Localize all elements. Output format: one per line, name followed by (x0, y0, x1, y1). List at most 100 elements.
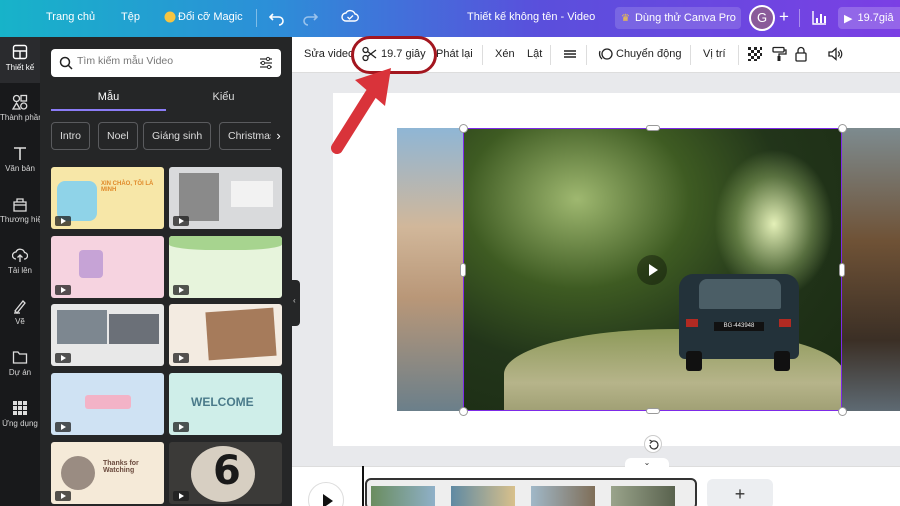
resize-handle-bottom[interactable] (646, 408, 660, 414)
volume-icon[interactable] (827, 46, 843, 65)
play-icon: ▶ (844, 12, 853, 25)
divider (482, 45, 483, 65)
video-badge-icon (55, 491, 71, 501)
template-tile[interactable]: XIN CHÀO, TÔI LÀ MINH (51, 167, 164, 229)
resize-handle-bottom-left[interactable] (459, 407, 468, 416)
crown-icon: ♛ (621, 12, 630, 24)
template-tile[interactable] (169, 304, 282, 366)
resize-handle-top-left[interactable] (459, 124, 468, 133)
divider (690, 45, 691, 65)
template-tile[interactable] (169, 236, 282, 298)
adjacent-frame-right (842, 128, 900, 411)
collapse-panel-handle[interactable]: ‹ (292, 280, 300, 326)
rail-item-apps[interactable]: Ứng dụng (0, 393, 40, 439)
tile-caption: 6 (213, 448, 241, 494)
video-badge-icon (173, 216, 189, 226)
timeline-collapse-button[interactable]: ⌄ (625, 458, 669, 470)
templates-panel: Mẫu Kiểu Intro Noel Giáng sinh Christmas… (40, 37, 292, 506)
chip-giang-sinh[interactable]: Giáng sinh (143, 122, 212, 150)
present-label: 19.7giâ (857, 12, 894, 24)
transparency-icon[interactable] (747, 46, 763, 65)
timeline-playhead[interactable] (362, 466, 364, 506)
video-badge-icon (55, 216, 71, 226)
rotate-handle[interactable] (644, 435, 662, 453)
playback-button[interactable]: Phát lại (436, 48, 473, 60)
divider (550, 45, 551, 65)
resize-handle-top-right[interactable] (838, 124, 847, 133)
flip-button[interactable]: Lật (527, 48, 542, 60)
present-button[interactable]: ▶ 19.7giâ (838, 7, 900, 29)
menu-lines-icon[interactable] (563, 46, 577, 65)
chip-noel[interactable]: Noel (98, 122, 138, 150)
canva-pro-label: Dùng thử Canva Pro (634, 12, 736, 24)
divider (799, 9, 800, 27)
crop-button[interactable]: Xén (495, 48, 515, 60)
rail-item-brand[interactable]: Thương hiệu (0, 189, 40, 235)
tab-underline (51, 109, 166, 111)
template-tile[interactable]: 6 (169, 442, 282, 504)
adjacent-frame-left (397, 128, 463, 411)
cloud-save-icon[interactable] (341, 8, 359, 27)
resize-handle-bottom-right[interactable] (838, 407, 847, 416)
search-box[interactable] (51, 49, 281, 77)
add-page-button[interactable]: + (707, 479, 773, 506)
paint-roller-icon[interactable] (771, 46, 787, 65)
chevron-right-icon[interactable]: › (271, 122, 286, 150)
tab-templates[interactable]: Mẫu (51, 91, 166, 103)
undo-icon[interactable] (268, 8, 285, 29)
redo-icon[interactable] (302, 8, 319, 29)
video-clip-track[interactable] (365, 478, 697, 506)
video-badge-icon (173, 422, 189, 432)
file-menu[interactable]: Tệp (121, 11, 140, 23)
animate-button[interactable]: Chuyển động (616, 48, 681, 60)
insights-chart-icon[interactable] (811, 8, 827, 29)
canva-pro-trial-button[interactable]: ♛ Dùng thử Canva Pro (615, 7, 741, 29)
red-annotation-arrow (331, 68, 391, 154)
edit-video-button[interactable]: Sửa video (304, 48, 354, 60)
clip-thumbnail (371, 486, 435, 506)
layout-icon (12, 44, 28, 60)
document-title[interactable]: Thiết kế không tên - Video (467, 11, 595, 23)
filter-icon[interactable] (259, 56, 273, 70)
chevron-down-icon: ⌄ (643, 458, 651, 467)
template-tile[interactable]: WELCOME (169, 373, 282, 435)
resize-handle-top[interactable] (646, 125, 660, 131)
template-tile[interactable] (169, 167, 282, 229)
resize-handle-right[interactable] (839, 263, 845, 277)
search-input[interactable] (77, 55, 247, 67)
tab-styles[interactable]: Kiểu (166, 91, 281, 103)
tile-caption: WELCOME (191, 395, 254, 409)
home-link[interactable]: Trang chủ (46, 11, 95, 23)
template-tile[interactable]: Thanks for Watching (51, 442, 164, 504)
search-icon (59, 56, 73, 70)
rail-item-design[interactable]: Thiết kế (0, 37, 40, 83)
rail-item-uploads[interactable]: Tải lên (0, 240, 40, 286)
position-button[interactable]: Vị trí (703, 48, 726, 60)
video-play-button[interactable] (637, 255, 667, 285)
chip-intro[interactable]: Intro (51, 122, 91, 150)
avatar[interactable]: G (749, 5, 775, 31)
template-tile[interactable] (51, 236, 164, 298)
elements-icon (12, 94, 28, 110)
category-chips: Intro Noel Giáng sinh Christmas › (51, 122, 286, 150)
rail-item-draw[interactable]: Vẽ (0, 291, 40, 337)
animate-icon (598, 46, 614, 65)
resize-handle-left[interactable] (460, 263, 466, 277)
tile-caption: XIN CHÀO, TÔI LÀ MINH (101, 181, 154, 193)
rail-label: Vẽ (15, 317, 25, 326)
rail-label: Thành phần (0, 113, 40, 122)
rail-item-text[interactable]: Văn bản (0, 138, 40, 184)
tile-caption: Thanks for Watching (103, 460, 139, 474)
template-tile[interactable] (51, 304, 164, 366)
video-badge-icon (173, 285, 189, 295)
rail-item-elements[interactable]: Thành phần (0, 87, 40, 133)
template-tile[interactable] (51, 373, 164, 435)
video-car-taillight (779, 319, 791, 327)
text-icon (14, 147, 26, 160)
add-collaborator-icon[interactable]: + (779, 7, 789, 27)
magic-resize-button[interactable]: Đổi cỡ Magic (178, 11, 243, 23)
rail-item-projects[interactable]: Dự án (0, 342, 40, 388)
lock-icon[interactable] (794, 46, 808, 65)
video-car-wheel (686, 351, 702, 371)
rail-label: Dự án (8, 368, 32, 377)
